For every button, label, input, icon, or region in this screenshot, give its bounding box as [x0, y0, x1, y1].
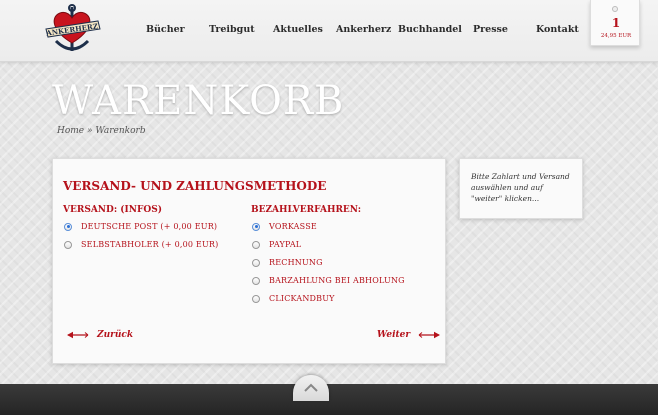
shipping-title[interactable]: VERSAND: (INFOS) — [63, 205, 162, 215]
page-title: WARENKORB — [52, 78, 345, 124]
payment-option-rechnung[interactable]: RECHNUNG — [252, 258, 323, 267]
site-footer — [0, 384, 658, 415]
payment-option-clickandbuy[interactable]: CLICKANDBUY — [252, 294, 335, 303]
info-box: Bitte Zahlart und Versand auswählen und … — [459, 158, 583, 219]
radio-button[interactable] — [252, 240, 260, 249]
ankerherz-logo[interactable]: ANKERHERZ — [42, 3, 102, 55]
shipping-option-deutsche-post[interactable]: DEUTSCHE POST (+ 0,00 EUR) — [64, 222, 217, 231]
checkout-title: VERSAND- UND ZAHLUNGSMETHODE — [63, 179, 327, 193]
nav-item-aktuelles[interactable]: Aktuelles — [273, 24, 323, 35]
cart-total: 24,95 EUR — [600, 33, 632, 39]
radio-button[interactable] — [252, 294, 260, 303]
back-button[interactable]: Zurück — [66, 330, 133, 340]
scroll-to-top-button[interactable] — [293, 375, 329, 401]
radio-button[interactable] — [252, 258, 260, 267]
payment-option-label: VORKASSE — [269, 222, 317, 231]
payment-option-barzahlung[interactable]: BARZAHLUNG BEI ABHOLUNG — [252, 276, 405, 285]
payment-option-label: RECHNUNG — [269, 258, 323, 267]
payment-option-label: CLICKANDBUY — [269, 294, 335, 303]
nav-item-presse[interactable]: Presse — [473, 24, 508, 35]
main-navigation: Bücher Treibgut Aktuelles Ankerherz Buch… — [122, 24, 582, 44]
breadcrumb-home[interactable]: Home — [57, 126, 84, 136]
next-label: Weiter — [377, 330, 411, 340]
nav-item-ankerherz[interactable]: Ankerherz — [336, 24, 391, 35]
tag-hole-icon — [612, 6, 618, 12]
payment-option-label: BARZAHLUNG BEI ABHOLUNG — [269, 276, 405, 285]
nav-item-kontakt[interactable]: Kontakt — [536, 24, 579, 35]
chevron-up-icon — [304, 383, 318, 392]
payment-option-label: PAYPAL — [269, 240, 302, 249]
checkout-panel: VERSAND- UND ZAHLUNGSMETHODE VERSAND: (I… — [52, 158, 446, 364]
breadcrumb-current: Warenkorb — [95, 126, 146, 136]
cart-tag[interactable]: 1 24,95 EUR — [590, 0, 640, 46]
nav-item-treibgut[interactable]: Treibgut — [209, 24, 255, 35]
shipping-option-selbstabholer[interactable]: SELBSTABHOLER (+ 0,00 EUR) — [64, 240, 218, 249]
payment-option-paypal[interactable]: PAYPAL — [252, 240, 301, 249]
breadcrumb: Home » Warenkorb — [57, 126, 146, 136]
next-button[interactable]: Weiter — [377, 330, 441, 340]
payment-option-vorkasse[interactable]: VORKASSE — [252, 222, 317, 231]
radio-button[interactable] — [64, 240, 72, 249]
payment-title: BEZAHLVERFAHREN: — [251, 205, 362, 215]
shipping-option-label: SELBSTABHOLER (+ 0,00 EUR) — [81, 240, 219, 249]
info-text: Bitte Zahlart und Versand auswählen und … — [471, 172, 570, 203]
radio-button[interactable] — [252, 276, 260, 285]
arrow-left-icon — [67, 331, 89, 339]
nav-item-buchhandel[interactable]: Buchhandel — [398, 24, 462, 35]
radio-button[interactable] — [64, 222, 72, 231]
breadcrumb-separator: » — [87, 126, 93, 136]
cart-count: 1 — [611, 16, 621, 30]
back-label: Zurück — [97, 330, 134, 340]
shipping-option-label: DEUTSCHE POST (+ 0,00 EUR) — [81, 222, 218, 231]
site-header: ANKERHERZ Bücher Treibgut Aktuelles Anke… — [0, 0, 658, 62]
nav-item-buecher[interactable]: Bücher — [146, 24, 185, 35]
radio-button[interactable] — [252, 222, 260, 231]
arrow-right-icon — [418, 331, 441, 339]
